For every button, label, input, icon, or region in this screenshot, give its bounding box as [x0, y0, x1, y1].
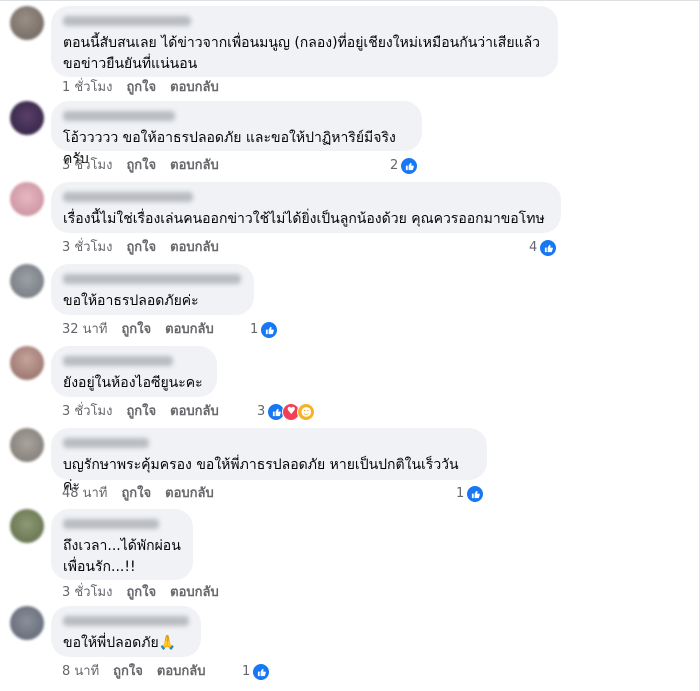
reaction-number: 3 [257, 404, 266, 419]
reaction-count[interactable]: 3 ♥ ☻ [257, 403, 316, 421]
author-name-blurred[interactable] [63, 192, 193, 202]
author-name-blurred[interactable] [63, 616, 189, 626]
reaction-count[interactable]: 4 [529, 239, 558, 257]
like-icon [539, 239, 558, 257]
comment-bubble: ถึงเวลา...ได้พักผ่อน เพื่อนรัก...!! [51, 509, 193, 580]
comment-actions: 3 ชั่วโมง ถูกใจ ตอบกลับ [62, 404, 233, 420]
author-name-blurred[interactable] [63, 438, 149, 448]
comment-time[interactable]: 48 นาที [62, 486, 107, 502]
comment-time[interactable]: 8 นาที [62, 664, 99, 680]
like-icon [252, 663, 271, 681]
like-icon [260, 321, 279, 339]
reply-button[interactable]: ตอบกลับ [170, 585, 219, 601]
comment-actions: 3 ชั่วโมง ถูกใจ ตอบกลับ [62, 585, 233, 601]
comment-text: ยังอยู่ในห้องไอซียูนะคะ [63, 375, 203, 391]
author-name-blurred[interactable] [63, 274, 241, 284]
comment-text: เรื่องนี้ไม่ใช่เรื่องเล่นคนออกข่าวใช้ไม่… [63, 211, 545, 227]
comment-bubble: เรื่องนี้ไม่ใช่เรื่องเล่นคนออกข่าวใช้ไม่… [51, 182, 561, 233]
comment-time[interactable]: 3 ชั่วโมง [62, 158, 112, 174]
comment-text: ถึงเวลา...ได้พักผ่อน เพื่อนรัก...!! [63, 538, 181, 575]
comment-bubble: บญรักษาพระคุ้มครอง ขอให้พี่ภาธรปลอดภัย ห… [51, 428, 487, 494]
reaction-number: 2 [390, 158, 399, 173]
reply-button[interactable]: ตอบกลับ [170, 404, 219, 420]
like-button[interactable]: ถูกใจ [126, 240, 156, 256]
like-button[interactable]: ถูกใจ [121, 486, 151, 502]
comment-bubble: ตอนนี้สับสนเลย ได้ข่าวจากเพื่อนมนูญ (กลอ… [51, 6, 558, 77]
comment-text: ขอให้พี่ปลอดภัย🙏 [63, 635, 177, 651]
like-button[interactable]: ถูกใจ [113, 664, 143, 680]
care-icon: ☻ [297, 403, 316, 421]
avatar[interactable] [10, 346, 44, 380]
like-icon [466, 485, 485, 503]
like-button[interactable]: ถูกใจ [126, 404, 156, 420]
author-name-blurred[interactable] [63, 356, 173, 366]
reaction-count[interactable]: 1 [250, 321, 279, 339]
author-name-blurred[interactable] [63, 111, 175, 121]
reaction-count[interactable]: 1 [242, 663, 271, 681]
comment-time[interactable]: 3 ชั่วโมง [62, 585, 112, 601]
comment-actions: 3 ชั่วโมง ถูกใจ ตอบกลับ [62, 158, 233, 174]
reply-button[interactable]: ตอบกลับ [165, 322, 214, 338]
reply-button[interactable]: ตอบกลับ [170, 158, 219, 174]
reaction-count[interactable]: 1 [456, 485, 485, 503]
like-icon [400, 157, 419, 175]
reaction-number: 4 [529, 240, 538, 255]
author-name-blurred[interactable] [63, 519, 159, 529]
avatar[interactable] [10, 428, 44, 462]
reply-button[interactable]: ตอบกลับ [170, 240, 219, 256]
comment-bubble: ยังอยู่ในห้องไอซียูนะคะ [51, 346, 217, 397]
like-button[interactable]: ถูกใจ [126, 80, 156, 96]
reaction-number: 1 [250, 322, 259, 337]
reaction-number: 1 [242, 664, 251, 679]
avatar[interactable] [10, 182, 44, 216]
like-button[interactable]: ถูกใจ [126, 158, 156, 174]
comment-bubble: ขอให้พี่ปลอดภัย🙏 [51, 606, 201, 657]
avatar[interactable] [10, 264, 44, 298]
comment-actions: 3 ชั่วโมง ถูกใจ ตอบกลับ [62, 240, 233, 256]
comment-actions: 8 นาที ถูกใจ ตอบกลับ [62, 664, 219, 680]
comment-time[interactable]: 3 ชั่วโมง [62, 240, 112, 256]
avatar[interactable] [10, 606, 44, 640]
comment-text: ตอนนี้สับสนเลย ได้ข่าวจากเพื่อนมนูญ (กลอ… [63, 35, 541, 72]
reaction-number: 1 [456, 486, 465, 501]
author-name-blurred[interactable] [63, 16, 191, 26]
reply-button[interactable]: ตอบกลับ [170, 80, 219, 96]
comment-time[interactable]: 1 ชั่วโมง [62, 80, 112, 96]
comment-actions: 32 นาที ถูกใจ ตอบกลับ [62, 322, 228, 338]
comment-text: ขอให้อาธรปลอดภัยค่ะ [63, 293, 199, 309]
comment-actions: 48 นาที ถูกใจ ตอบกลับ [62, 486, 228, 502]
like-button[interactable]: ถูกใจ [126, 585, 156, 601]
comment-actions: 1 ชั่วโมง ถูกใจ ตอบกลับ [62, 80, 233, 96]
comment-time[interactable]: 32 นาที [62, 322, 107, 338]
avatar[interactable] [10, 509, 44, 543]
reaction-count[interactable]: 2 [390, 157, 419, 175]
comment-bubble: โอ้ววววว ขอให้อาธรปลอดภัย และขอให้ปาฏิหา… [51, 101, 422, 167]
top-divider [0, 0, 700, 1]
like-button[interactable]: ถูกใจ [121, 322, 151, 338]
comment-time[interactable]: 3 ชั่วโมง [62, 404, 112, 420]
reply-button[interactable]: ตอบกลับ [165, 486, 214, 502]
comment-bubble: ขอให้อาธรปลอดภัยค่ะ [51, 264, 254, 315]
avatar[interactable] [10, 6, 44, 40]
avatar[interactable] [10, 101, 44, 135]
reply-button[interactable]: ตอบกลับ [157, 664, 206, 680]
